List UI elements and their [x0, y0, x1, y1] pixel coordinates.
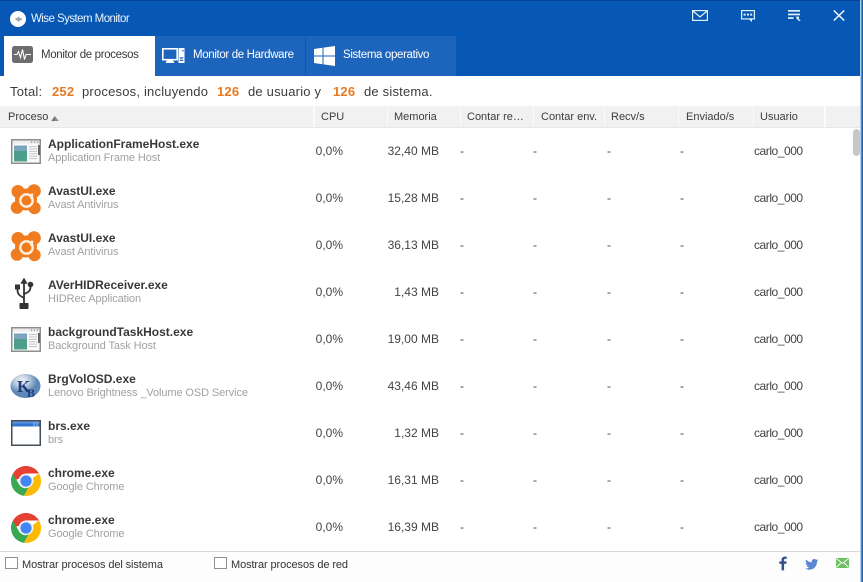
svg-text:B: B	[27, 386, 35, 400]
